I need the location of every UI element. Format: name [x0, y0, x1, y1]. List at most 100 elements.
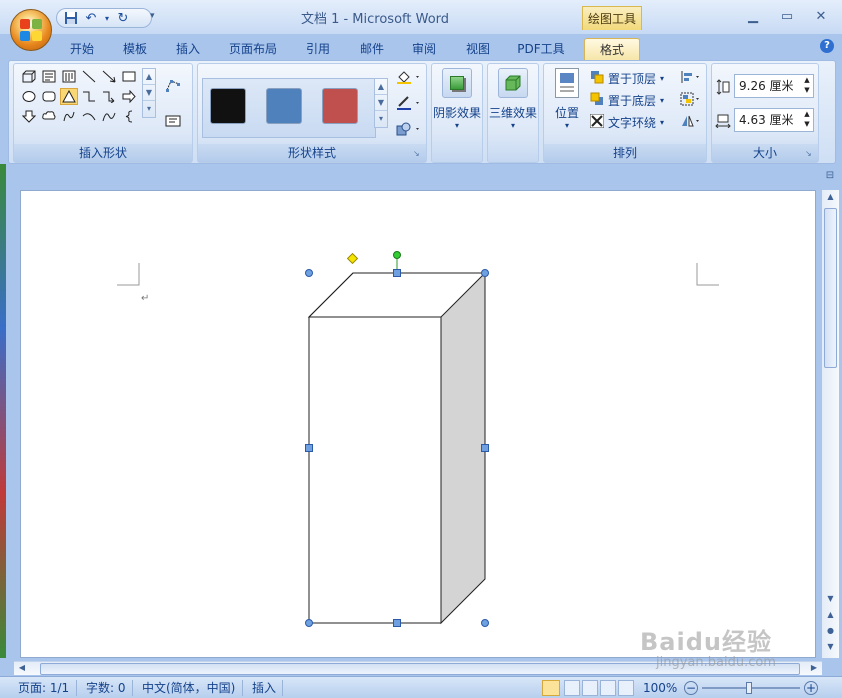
text-box-shape-icon[interactable] [40, 68, 58, 85]
tab-view[interactable]: 视图 [456, 38, 500, 60]
print-layout-view-icon[interactable] [542, 680, 560, 696]
maximize-icon[interactable]: ▭ [774, 8, 800, 26]
elbow-connector-shape-icon[interactable] [80, 88, 98, 105]
previous-page-icon[interactable]: ▲ [824, 610, 837, 622]
shape-outline-icon[interactable] [394, 94, 424, 111]
down-arrow-shape-icon[interactable] [20, 108, 38, 125]
edit-shape-icon[interactable] [164, 76, 182, 93]
text-wrapping-button[interactable]: 文字环绕 ▾ [589, 112, 664, 132]
zoom-slider-thumb[interactable] [746, 682, 752, 694]
insert-mode[interactable]: 插入 [252, 680, 276, 696]
outline-view-icon[interactable] [600, 680, 616, 696]
draft-view-icon[interactable] [618, 680, 634, 696]
curve-shape-icon[interactable] [100, 108, 118, 125]
page-count[interactable]: 页面: 1/1 [18, 680, 69, 696]
elbow-arrow-connector-shape-icon[interactable] [100, 88, 118, 105]
scroll-left-icon[interactable]: ◀ [16, 663, 28, 675]
arrow-line-shape-icon[interactable] [100, 68, 118, 85]
height-spinner[interactable]: ▲ ▼ [801, 75, 813, 97]
web-layout-icon[interactable] [582, 680, 598, 696]
customize-qat-icon[interactable]: ▾ [150, 11, 155, 21]
shape-width-icon [714, 112, 732, 129]
shape-fill-icon[interactable] [394, 68, 424, 85]
tab-format[interactable]: 格式 [584, 38, 640, 60]
shape-width-input[interactable]: 4.63 厘米 ▲ ▼ [734, 108, 814, 132]
undo-icon[interactable]: ↶ [83, 10, 99, 26]
shape-height-input[interactable]: 9.26 厘米 ▲ ▼ [734, 74, 814, 98]
word-count[interactable]: 字数: 0 [86, 680, 126, 696]
width-spinner[interactable]: ▲ ▼ [801, 109, 813, 131]
cube-shape-icon[interactable] [20, 68, 38, 85]
gallery-more-icon[interactable]: ▾ [143, 101, 155, 117]
group-objects-icon[interactable] [678, 90, 704, 107]
shadow-effects-button[interactable]: 阴影效果 ▾ [432, 68, 482, 130]
tab-references[interactable]: 引用 [296, 38, 340, 60]
box-side-face [440, 272, 486, 625]
handle-middle-right [481, 444, 489, 452]
line-shape-icon[interactable] [80, 68, 98, 85]
tab-review[interactable]: 审阅 [402, 38, 446, 60]
cloud-callout-shape-icon[interactable] [40, 108, 58, 125]
full-screen-reading-icon[interactable] [564, 680, 580, 696]
zoom-level[interactable]: 100% [643, 680, 677, 696]
arc-shape-icon[interactable] [80, 108, 98, 125]
rounded-rectangle-shape-icon[interactable] [40, 88, 58, 105]
zoom-in-icon[interactable]: + [804, 681, 818, 695]
tab-templates[interactable]: 模板 [112, 38, 158, 60]
save-icon[interactable] [63, 10, 79, 26]
styles-more-icon[interactable]: ▾ [375, 111, 387, 127]
document-page[interactable]: ↵ [20, 190, 816, 658]
style-swatch-red[interactable] [322, 88, 358, 124]
scroll-up-icon[interactable]: ▲ [824, 192, 837, 206]
position-button[interactable]: 位置 ▾ [548, 68, 586, 130]
tab-mailings[interactable]: 邮件 [350, 38, 394, 60]
shape-styles-launcher-icon[interactable]: ↘ [413, 149, 422, 158]
tab-pdf-tools[interactable]: PDF工具 [512, 38, 570, 60]
draw-text-box-icon[interactable] [164, 112, 182, 129]
styles-gallery-scroll[interactable]: ▲ ▼ ▾ [374, 78, 388, 128]
style-swatch-black[interactable] [210, 88, 246, 124]
rotate-icon[interactable] [678, 112, 704, 129]
next-page-icon[interactable]: ▼ [824, 642, 837, 654]
undo-dropdown-icon[interactable]: ▾ [103, 10, 111, 26]
select-browse-object-icon[interactable]: ● [824, 626, 837, 638]
styles-down-icon[interactable]: ▼ [375, 95, 387, 111]
3d-effects-button[interactable]: 三维效果 ▾ [488, 68, 538, 130]
tab-home[interactable]: 开始 [60, 38, 104, 60]
gallery-up-icon[interactable]: ▲ [143, 69, 155, 85]
ruler-toggle-icon[interactable]: ⊟ [823, 170, 837, 186]
close-icon[interactable]: ✕ [808, 8, 834, 26]
freeform-shape-icon[interactable] [60, 108, 78, 125]
tab-page-layout[interactable]: 页面布局 [222, 38, 284, 60]
change-shape-icon[interactable] [394, 120, 424, 137]
align-icon[interactable] [678, 68, 704, 85]
bring-to-front-button[interactable]: 置于顶层 ▾ [590, 68, 664, 88]
size-launcher-icon[interactable]: ↘ [805, 149, 814, 158]
watermark-url: jingyan.baidu.com [656, 655, 776, 670]
rotation-handle [393, 251, 401, 259]
scroll-down-icon[interactable]: ▼ [824, 594, 837, 606]
triangle-shape-icon[interactable] [60, 88, 78, 105]
shapes-gallery-scroll[interactable]: ▲ ▼ ▾ [142, 68, 156, 118]
insert-shapes-label: 插入形状 [14, 144, 192, 162]
style-swatch-blue[interactable] [266, 88, 302, 124]
styles-up-icon[interactable]: ▲ [375, 79, 387, 95]
language-indicator[interactable]: 中文(简体，中国) [142, 680, 235, 696]
send-to-back-button[interactable]: 置于底层 ▾ [590, 90, 664, 110]
vertical-scroll-thumb[interactable] [824, 208, 837, 368]
scroll-right-icon[interactable]: ▶ [808, 663, 820, 675]
tab-insert[interactable]: 插入 [166, 38, 210, 60]
zoom-out-icon[interactable]: − [684, 681, 698, 695]
oval-shape-icon[interactable] [20, 88, 38, 105]
gallery-down-icon[interactable]: ▼ [143, 85, 155, 101]
vertical-text-box-shape-icon[interactable] [60, 68, 78, 85]
right-arrow-shape-icon[interactable] [120, 88, 138, 105]
brace-shape-icon[interactable] [120, 108, 138, 125]
minimize-icon[interactable]: ▁ [740, 8, 766, 26]
help-icon[interactable]: ? [820, 39, 834, 53]
vertical-scrollbar[interactable]: ▲ ▼ ▲ ● ▼ [822, 190, 839, 658]
send-to-back-icon [590, 92, 604, 109]
redo-icon[interactable]: ↻ [115, 10, 131, 26]
office-button[interactable] [10, 9, 52, 51]
rectangle-shape-icon[interactable] [120, 68, 138, 85]
